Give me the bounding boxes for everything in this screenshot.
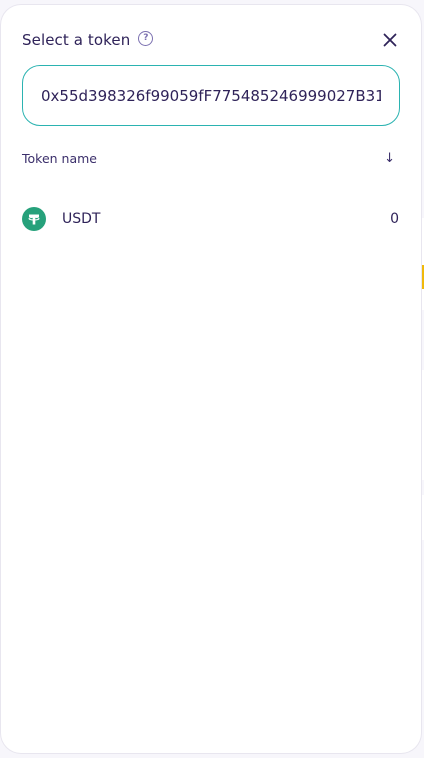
search-input[interactable] [41, 86, 381, 105]
token-select-modal: Select a token ? Token name ↓ USDT 0 [1, 5, 421, 753]
tether-logo-icon [22, 207, 46, 231]
token-balance: 0 [390, 211, 399, 227]
arrow-down-icon[interactable]: ↓ [384, 151, 395, 166]
search-field[interactable] [22, 65, 400, 126]
question-circle-icon[interactable]: ? [138, 30, 154, 46]
modal-title: Select a token [22, 31, 131, 49]
token-name-column-label: Token name [22, 150, 97, 166]
token-list-header: Token name ↓ [22, 148, 399, 168]
token-symbol: USDT [62, 211, 101, 227]
close-button[interactable] [381, 31, 399, 49]
modal-header: Select a token ? [22, 29, 399, 51]
token-row-usdt[interactable]: USDT 0 [22, 204, 399, 234]
close-icon [383, 33, 397, 47]
tether-symbol-icon [28, 214, 40, 225]
